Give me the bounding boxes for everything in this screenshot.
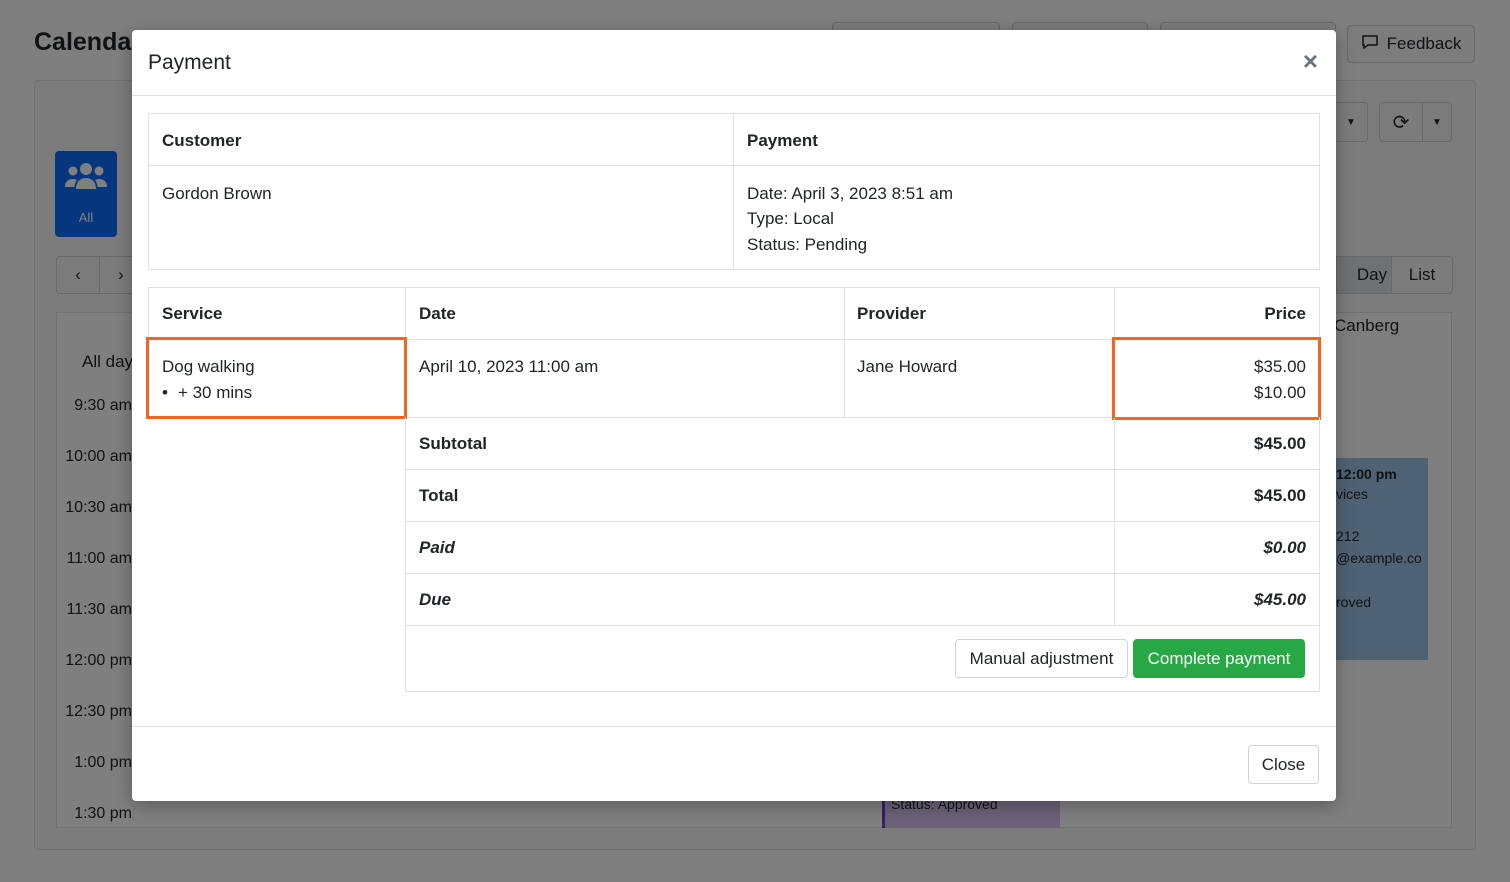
paid-value: $0.00 (1263, 538, 1306, 557)
complete-payment-button[interactable]: Complete payment (1133, 639, 1305, 678)
date-header: Date (419, 304, 456, 323)
modal-header: Payment × (132, 30, 1336, 96)
payment-header: Payment (747, 131, 818, 150)
subtotal-value: $45.00 (1254, 434, 1306, 453)
modal-footer: Close (132, 726, 1336, 801)
subtotal-label: Subtotal (419, 434, 487, 453)
customer-name: Gordon Brown (162, 184, 272, 203)
close-button[interactable]: Close (1248, 745, 1319, 784)
total-label: Total (419, 486, 459, 505)
modal-title: Payment (148, 51, 231, 74)
service-provider: Jane Howard (857, 357, 958, 376)
highlight-service (146, 337, 407, 419)
due-label: Due (419, 590, 452, 609)
customer-payment-table (148, 113, 1320, 270)
customer-header: Customer (162, 131, 242, 150)
total-value: $45.00 (1254, 486, 1306, 505)
price-header: Price (1264, 304, 1306, 323)
due-value: $45.00 (1254, 590, 1306, 609)
payment-type: Type: Local (747, 209, 834, 228)
payment-modal: Payment × Customer Payment Gordon Brown … (132, 30, 1336, 801)
highlight-price (1112, 337, 1321, 420)
service-header: Service (162, 304, 223, 323)
provider-header: Provider (857, 304, 926, 323)
manual-adjustment-button[interactable]: Manual adjustment (955, 639, 1128, 678)
payment-date: Date: April 3, 2023 8:51 am (747, 184, 954, 203)
paid-label: Paid (419, 538, 455, 557)
payment-status: Status: Pending (747, 235, 868, 254)
service-date: April 10, 2023 11:00 am (419, 357, 599, 376)
close-icon[interactable]: × (1303, 48, 1318, 74)
